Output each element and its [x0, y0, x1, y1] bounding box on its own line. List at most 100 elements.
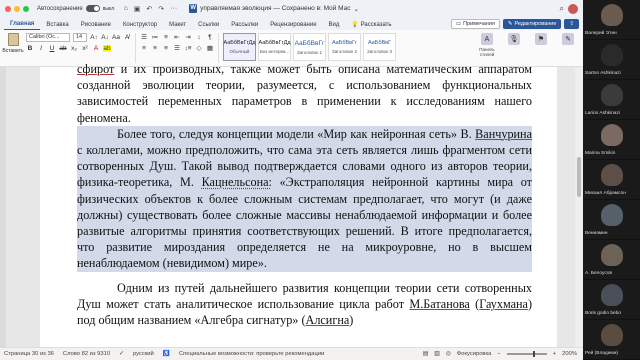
style-heading-3[interactable]: АаБбВвГ Заголовок 3 [363, 33, 396, 61]
tab-references[interactable]: Ссылки [192, 22, 225, 30]
comments-button[interactable]: ▭ Примечания [450, 19, 500, 29]
redo-icon[interactable]: ↷ [158, 5, 164, 13]
save-icon[interactable]: ▣ [134, 5, 141, 13]
underline-icon[interactable]: U [48, 45, 56, 52]
tab-layout[interactable]: Макет [163, 22, 192, 30]
style-sample: АаБбВвГг [331, 40, 358, 46]
font-color-icon[interactable]: A [92, 45, 100, 52]
borders-icon[interactable]: ▦ [206, 44, 214, 52]
search-icon[interactable]: ⌕ [560, 4, 564, 14]
line-spacing-icon[interactable]: ↕≡ [184, 45, 192, 52]
page-count[interactable]: Страница 30 из 36 [4, 351, 54, 357]
justify-icon[interactable]: ☰ [173, 44, 181, 52]
highlight-icon[interactable]: ab [103, 45, 111, 52]
shrink-font-icon[interactable]: A↓ [101, 34, 109, 41]
avatar[interactable] [568, 3, 578, 14]
view-mode-icon[interactable]: ▤ [423, 351, 428, 357]
multilevel-list-icon[interactable]: ≡ [162, 34, 170, 41]
editor-button[interactable]: ✎ [557, 33, 579, 47]
paragraph[interactable]: сфирот и их производных, также может быт… [77, 61, 532, 126]
share-button[interactable]: ⇪ [564, 19, 579, 29]
sort-icon[interactable]: ↕ [195, 34, 203, 41]
view-mode-icon[interactable]: ▥ [434, 351, 439, 357]
zoom-level[interactable]: 200% [562, 351, 577, 357]
participant-tile[interactable]: Валерий Этин [583, 0, 640, 39]
italic-icon[interactable]: I [37, 45, 45, 52]
zoom-window-button[interactable] [23, 5, 29, 12]
highlighted-paragraph[interactable]: Более того, следуя концепции модели «Мир… [77, 125, 532, 272]
autosave-toggle[interactable] [85, 5, 100, 12]
align-left-icon[interactable]: ≡ [140, 45, 148, 52]
participant-tile[interactable]: Михаил Абрамсон [583, 160, 640, 199]
editing-button[interactable]: ✎ Редактирование [502, 19, 562, 29]
subscript-icon[interactable]: x₂ [70, 45, 78, 52]
word-count[interactable]: Слово 82 из 9310 [63, 351, 110, 357]
tab-home[interactable]: Главная [4, 21, 41, 30]
style-normal[interactable]: АаБбВвГгДд Обычный [223, 33, 256, 61]
style-name: Заголовок 1 [297, 49, 322, 55]
home-icon[interactable]: ⌂ [124, 5, 128, 13]
proofing-icon[interactable]: ✓ [119, 351, 124, 357]
document-title: W управляемая эволюция — Сохранено в: Мо… [189, 4, 359, 13]
strikethrough-icon[interactable]: ab [59, 45, 67, 52]
increase-indent-icon[interactable]: ⇥ [184, 33, 192, 41]
zoom-in-icon[interactable]: + [553, 351, 556, 357]
zoom-slider[interactable] [506, 351, 547, 357]
undo-icon[interactable]: ↶ [146, 5, 152, 13]
bold-icon[interactable]: B [26, 45, 34, 52]
align-right-icon[interactable]: ≡ [162, 45, 170, 52]
autosave[interactable]: Автосохранение выкл. [37, 5, 116, 12]
document-area: ↘ сфирот и их производных, также может б… [0, 62, 583, 347]
grow-font-icon[interactable]: A↑ [90, 34, 98, 41]
participant-tile[interactable]: Larion Ashkinazi [583, 80, 640, 119]
style-heading-1[interactable]: АаБбВвГг Заголовок 1 [293, 33, 326, 61]
participant-name: Вениамин [585, 231, 608, 236]
accessibility-status[interactable]: Специальные возможности: проверьте реком… [179, 351, 324, 357]
tab-tell-me[interactable]: 💡 Рассказать [345, 21, 397, 30]
show-marks-icon[interactable]: ¶ [206, 34, 214, 41]
sensitivity-button[interactable]: ⚑ [530, 33, 552, 47]
document-page[interactable]: ↘ сфирот и их производных, также может б… [40, 62, 557, 347]
minimize-window-button[interactable] [14, 5, 20, 12]
clear-format-icon[interactable]: A̸ [123, 34, 131, 41]
paste-label: Вставить [2, 48, 24, 54]
superscript-icon[interactable]: x² [81, 45, 89, 52]
bullets-icon[interactable]: ☰ [140, 33, 148, 41]
participant-tile[interactable]: Marina Smikin [583, 120, 640, 159]
more-icon[interactable]: ··· [170, 5, 177, 13]
participant-tile[interactable]: Вениамин [583, 200, 640, 239]
text-run: Более того, следуя концепции модели «Мир… [117, 126, 476, 141]
decrease-indent-icon[interactable]: ⇤ [173, 33, 181, 41]
text-run: ( [469, 296, 480, 311]
vertical-scrollbar[interactable] [575, 67, 583, 347]
tab-mailings[interactable]: Рассылки [225, 22, 264, 30]
tab-review[interactable]: Рецензирование [264, 22, 322, 30]
participant-tile[interactable]: А. Белоусов [583, 240, 640, 279]
participant-tile[interactable]: Рей (Владими) [583, 320, 640, 359]
numbering-icon[interactable]: ≔ [151, 33, 159, 41]
paragraph[interactable]: Одним из путей дальнейшего развития конц… [77, 280, 532, 329]
change-case-icon[interactable]: Aa [112, 34, 120, 41]
dictate-button[interactable]: 🎙 [503, 33, 525, 47]
document-text[interactable]: сфирот и их производных, также может быт… [77, 62, 532, 329]
style-heading-2[interactable]: АаБбВвГг Заголовок 2 [328, 33, 361, 61]
font-name-dropdown[interactable]: Calibri (Ос... [26, 33, 70, 42]
focus-mode[interactable]: Фокусировка [457, 351, 492, 357]
align-center-icon[interactable]: ≡ [151, 45, 159, 52]
paste-button[interactable]: Вставить [2, 33, 24, 61]
font-size-dropdown[interactable]: 14 [73, 33, 87, 42]
participant-tile[interactable]: Sarton Ashkinazi [583, 40, 640, 79]
styles-pane-button[interactable]: A Панель стилей [476, 33, 498, 57]
tab-draw[interactable]: Рисование [75, 22, 117, 30]
scroll-thumb[interactable] [577, 157, 581, 197]
tab-design[interactable]: Конструктор [117, 22, 163, 30]
participant-tile[interactable]: Boris godin bebo [583, 280, 640, 319]
style-no-spacing[interactable]: АаБбВвГгДд Без интерва... [258, 33, 291, 61]
close-window-button[interactable] [5, 5, 11, 12]
language[interactable]: русский [133, 351, 154, 357]
tab-view[interactable]: Вид [323, 22, 346, 30]
shading-icon[interactable]: ◇ [195, 44, 203, 52]
zoom-out-icon[interactable]: − [497, 351, 500, 357]
chevron-down-icon[interactable]: ⌄ [354, 5, 359, 13]
tab-insert[interactable]: Вставка [40, 22, 74, 30]
